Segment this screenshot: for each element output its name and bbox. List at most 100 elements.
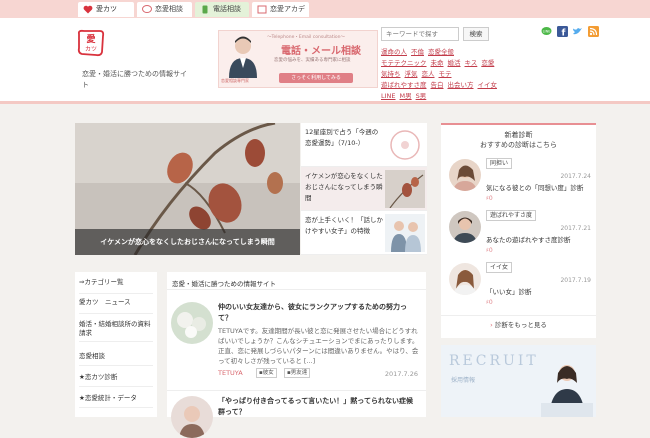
- diagnosis-count: ♯0: [486, 247, 493, 254]
- keyword-link[interactable]: LINE: [381, 92, 396, 100]
- keyword-links: 運命の人 不倫 恋愛全般 モテテクニック 未命 婚活 キス 恋愛 気持ち 浮気 恋人 モテ 遊ばれ…: [381, 47, 511, 102]
- keyword-link[interactable]: 告白: [431, 81, 444, 89]
- top-nav-bar: 愛カツ 恋愛相談 電話相談 恋愛アカデミー: [0, 0, 650, 28]
- tab-label: 恋愛相談: [155, 5, 183, 13]
- heart-icon: [83, 5, 93, 14]
- header-divider: [0, 101, 650, 104]
- featured-list: 12星座別で占う「今週の恋愛運勢」（7/10-） イケメンが恋心をなくしたおじさ…: [301, 123, 427, 255]
- more-diagnosis-label: 診断をもっと見る: [494, 321, 547, 329]
- item-title: 恋が上手くいく！「話しかけやすい女子」の特徴: [305, 216, 383, 235]
- keyword-link[interactable]: キス: [465, 59, 478, 67]
- featured-list-item[interactable]: 恋が上手くいく！「話しかけやすい女子」の特徴: [301, 211, 427, 255]
- office-worker-photo: [541, 365, 593, 417]
- keyword-link[interactable]: 不倫: [411, 48, 424, 56]
- featured-list-item[interactable]: イケメンが恋心をなくしたおじさんになってしまう瞬間: [301, 167, 427, 211]
- diagnosis-count: ♯0: [486, 299, 493, 306]
- keyword-link[interactable]: 恋人: [422, 70, 435, 78]
- phone-icon: [202, 5, 208, 14]
- svg-text:f: f: [562, 29, 566, 38]
- article-date: 2017.7.26: [384, 370, 418, 378]
- diagnosis-item[interactable]: 遊ばれやすさ度 2017.7.21 あなたの遊ばれやすさ度診断 ♯0: [441, 207, 596, 262]
- chevron-right-icon: ›: [490, 321, 493, 329]
- svg-text:LINE: LINE: [543, 30, 551, 34]
- banner-subtitle: 恋愛の悩みを、実績ある専門家に相談: [274, 58, 351, 63]
- article-title[interactable]: 仲のいい女友達から、彼女にランクアップするための努力って？: [218, 302, 418, 324]
- article-card[interactable]: 「やっぱり付き合ってるって言いたい！」黙ってられない症候群って？: [167, 390, 426, 438]
- article-thumbnail: [171, 302, 213, 344]
- main-content: 恋愛・婚活に勝つための情報サイト 仲のいい女友達から、彼女にランクアップするため…: [167, 272, 426, 438]
- nav-item[interactable]: 婚活・結婚相談所の資料請求: [79, 320, 153, 342]
- recruit-title: RECRUIT: [449, 353, 539, 369]
- rss-icon[interactable]: [588, 26, 599, 37]
- keyword-link[interactable]: イイ女: [478, 81, 498, 89]
- diagnosis-title: 気になる彼との「同想い度」診断: [486, 184, 584, 192]
- svg-text:愛: 愛: [86, 33, 95, 45]
- banner-caption: 恋愛相談専門家: [221, 78, 249, 83]
- diagnosis-count: ♯0: [486, 195, 493, 202]
- facebook-icon[interactable]: f: [557, 26, 568, 37]
- diagnosis-title: あなたの遊ばれやすさ度診断: [486, 236, 571, 244]
- tab-phone-consult[interactable]: 電話相談: [195, 2, 249, 17]
- diagnosis-item[interactable]: 同担い 2017.7.24 気になる彼との「同想い度」診断 ♯0: [441, 155, 596, 210]
- diagnosis-tag[interactable]: 同担い: [486, 158, 513, 169]
- featured-caption: イケメンが恋心をなくしたおじさんになってしまう瞬間: [75, 229, 300, 255]
- keyword-link[interactable]: 未命: [431, 59, 444, 67]
- more-diagnosis-link[interactable]: › 診断をもっと見る: [441, 315, 596, 333]
- diagnosis-avatar: [449, 159, 481, 191]
- keyword-link[interactable]: 恋愛: [481, 59, 494, 67]
- category-nav: ⇒カテゴリー覧 愛カツ ニュース 婚活・結婚相談所の資料請求 恋愛相談 ★恋カツ…: [75, 272, 157, 417]
- tab-aikatsu[interactable]: 愛カツ: [78, 2, 134, 17]
- article-thumbnail: [171, 396, 213, 438]
- phone-email-consult-banner[interactable]: 〜Telephone・Email consultation〜 電話・メール相談 …: [218, 30, 378, 88]
- keyword-link[interactable]: S男: [416, 92, 427, 100]
- site-tagline: 恋愛・婚活に勝つための情報サイト: [82, 70, 187, 89]
- tag-label: 男友達: [290, 370, 308, 376]
- consultant-photo: [229, 36, 257, 78]
- tab-love-consult[interactable]: 恋愛相談: [137, 2, 192, 17]
- diagnosis-item[interactable]: イイ女 2017.7.19 「いい女」診断 ♯0: [441, 259, 596, 314]
- nav-item[interactable]: 恋愛相談: [79, 352, 153, 366]
- twitter-icon[interactable]: [572, 26, 583, 37]
- autumn-leaves-thumbnail: [385, 170, 425, 208]
- nav-item[interactable]: 愛カツ ニュース: [79, 298, 153, 314]
- site-logo[interactable]: 愛 カツ: [76, 28, 106, 58]
- featured-list-item[interactable]: 12星座別で占う「今週の恋愛運勢」（7/10-）: [301, 123, 427, 167]
- item-title: 12星座別で占う「今週の恋愛運勢」（7/10-）: [305, 128, 379, 147]
- diagnosis-avatar: [449, 263, 481, 295]
- keyword-link[interactable]: 恋愛全般: [428, 48, 454, 56]
- tag-label: 彼女: [262, 370, 274, 376]
- line-icon[interactable]: LINE: [541, 26, 552, 37]
- keyword-link[interactable]: 出会い方: [448, 81, 474, 89]
- nav-item[interactable]: ⇒カテゴリー覧: [79, 278, 153, 294]
- keyword-link[interactable]: モテテクニック: [381, 59, 427, 67]
- featured-slider[interactable]: イケメンが恋心をなくしたおじさんになってしまう瞬間: [75, 123, 300, 255]
- article-author[interactable]: TETUYA: [218, 369, 243, 377]
- nav-item[interactable]: ★恋カツ診断: [79, 373, 153, 387]
- keyword-link[interactable]: 浮気: [405, 70, 418, 78]
- keyword-link[interactable]: 遊ばれやすさ度: [381, 81, 427, 89]
- banner-cta-button[interactable]: さっそく利用してみる: [279, 73, 353, 83]
- tab-love-academy[interactable]: 恋愛アカデミー: [252, 2, 309, 28]
- keyword-link[interactable]: 運命の人: [381, 48, 407, 56]
- panel-title: 新着診断: [504, 131, 533, 139]
- recruit-banner[interactable]: RECRUIT 採用情報: [441, 345, 596, 417]
- search-button[interactable]: 検索: [463, 27, 489, 41]
- keyword-link[interactable]: モテ: [439, 70, 452, 78]
- article-tag[interactable]: ▪彼女: [256, 368, 277, 378]
- search-input[interactable]: [381, 27, 459, 41]
- nav-item[interactable]: ★恋愛統計・データ: [79, 394, 153, 408]
- panel-subtitle: おすすめの診断はこちら: [480, 141, 557, 149]
- tab-label: 愛カツ: [96, 5, 117, 13]
- diagnosis-tag[interactable]: イイ女: [486, 262, 513, 273]
- main-heading: 恋愛・婚活に勝つための情報サイト: [167, 272, 426, 290]
- svg-text:カツ: カツ: [85, 46, 97, 53]
- item-title: イケメンが恋心をなくしたおじさんになってしまう瞬間: [305, 172, 383, 202]
- article-card[interactable]: 仲のいい女友達から、彼女にランクアップするための努力って？ TETUYAです。友…: [167, 302, 426, 382]
- keyword-link[interactable]: 婚活: [448, 59, 461, 67]
- keyword-link[interactable]: 気持ち: [381, 70, 401, 78]
- diagnosis-tag[interactable]: 遊ばれやすさ度: [486, 210, 537, 221]
- keyword-link[interactable]: M男: [400, 92, 412, 100]
- article-tag[interactable]: ▪男友達: [284, 368, 311, 378]
- diagnosis-title: 「いい女」診断: [486, 288, 532, 296]
- article-title[interactable]: 「やっぱり付き合ってるって言いたい！」黙ってられない症候群って？: [218, 396, 418, 418]
